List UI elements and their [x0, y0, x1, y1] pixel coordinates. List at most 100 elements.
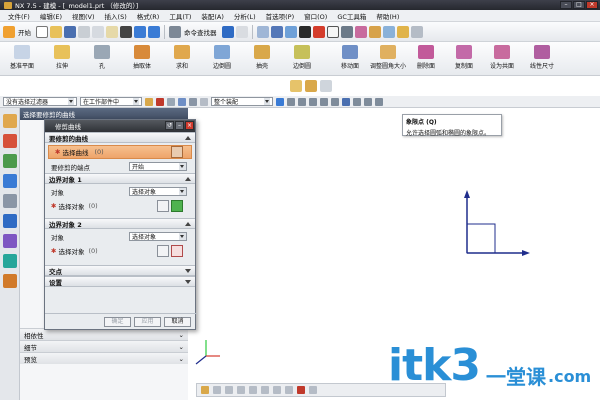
menu-preferences[interactable]: 首选项(P): [261, 11, 300, 21]
menu-help[interactable]: 帮助(H): [371, 11, 404, 21]
curve-rule-icon[interactable]: [178, 97, 186, 106]
section-settings[interactable]: 设置: [45, 276, 195, 287]
menu-file[interactable]: 文件(F): [3, 11, 35, 21]
menu-view[interactable]: 视图(V): [67, 11, 100, 21]
zoom-icon[interactable]: [284, 25, 297, 38]
datum-plane-button[interactable]: 基准平面: [2, 45, 42, 70]
start-button[interactable]: 开始: [18, 27, 31, 37]
maximize-icon[interactable]: □: [573, 1, 585, 9]
pattern-icon[interactable]: [305, 80, 317, 92]
boundary2-object-dropdown[interactable]: 选择对象: [129, 232, 187, 241]
scope-dropdown[interactable]: 在工作部件中: [80, 97, 142, 106]
filter-icon[interactable]: [145, 97, 153, 106]
boundary1-object-dropdown[interactable]: 选择对象: [129, 187, 187, 196]
close-icon[interactable]: ×: [185, 121, 194, 130]
select-curve-icon[interactable]: [171, 146, 183, 158]
assembly-navigator-icon[interactable]: [2, 114, 17, 128]
boundary2-select-row[interactable]: ✱ 选择对象 (0): [45, 243, 195, 259]
layer-icon[interactable]: [354, 25, 367, 38]
spline-icon[interactable]: [249, 386, 257, 394]
menu-window[interactable]: 窗口(O): [299, 11, 332, 21]
constraint-navigator-icon[interactable]: [2, 134, 17, 148]
control-point-icon[interactable]: [309, 97, 317, 106]
trim-icon[interactable]: [297, 386, 305, 394]
fillet-icon[interactable]: [261, 386, 269, 394]
delete-icon[interactable]: [120, 25, 132, 38]
arc-icon[interactable]: [225, 386, 233, 394]
existing-point-icon[interactable]: [353, 97, 361, 106]
undo-icon[interactable]: [134, 25, 146, 38]
menu-format[interactable]: 格式(R): [132, 11, 165, 21]
linear-dimension-button[interactable]: 线性尺寸: [522, 45, 562, 70]
web-browser-icon[interactable]: [2, 194, 17, 208]
process-studio-icon[interactable]: [2, 254, 17, 268]
circle-icon[interactable]: [237, 386, 245, 394]
ok-button[interactable]: 确定: [104, 316, 131, 327]
edge-round-button[interactable]: 边倒圆: [282, 45, 322, 70]
roles-icon[interactable]: [2, 274, 17, 288]
settings-icon[interactable]: [410, 25, 423, 38]
cut-icon[interactable]: [78, 25, 90, 38]
quadrant-point-icon[interactable]: [342, 97, 350, 106]
endpoint-icon[interactable]: [287, 97, 295, 106]
endpoint-dropdown[interactable]: 开始: [129, 162, 187, 171]
sketch-icon[interactable]: [235, 25, 248, 38]
menu-gc-toolkit[interactable]: GC工具箱: [332, 11, 371, 21]
minimize-icon[interactable]: –: [560, 1, 572, 9]
extract-body-button[interactable]: 抽取体: [122, 45, 162, 70]
copy-icon[interactable]: [92, 25, 104, 38]
thread-icon[interactable]: [320, 80, 332, 92]
menu-analysis[interactable]: 分析(L): [229, 11, 261, 21]
view-icon[interactable]: [256, 25, 269, 38]
move-face-button[interactable]: 移动面: [330, 45, 370, 70]
point-constructor-icon[interactable]: [171, 200, 183, 212]
nav-row-details[interactable]: 细节 ⌄: [20, 340, 188, 352]
fit-icon[interactable]: [270, 25, 283, 38]
make-coplanar-button[interactable]: 设为共面: [482, 45, 522, 70]
point-on-curve-icon[interactable]: [364, 97, 372, 106]
profile-icon[interactable]: [201, 386, 209, 394]
orient-view-icon[interactable]: [340, 25, 353, 38]
point-on-face-icon[interactable]: [375, 97, 383, 106]
new-file-icon[interactable]: [36, 25, 48, 38]
extend-icon[interactable]: [309, 386, 317, 394]
copy-face-button[interactable]: 复制面: [444, 45, 484, 70]
shaded-icon[interactable]: [312, 25, 325, 38]
display-icon[interactable]: [368, 25, 381, 38]
type-filter-dropdown[interactable]: 没有选择过滤器: [3, 97, 77, 106]
select-curve-row[interactable]: ✱ 选择曲线 (0): [48, 145, 192, 159]
select-all-icon[interactable]: [167, 97, 175, 106]
body-rule-icon[interactable]: [200, 97, 208, 106]
assembly-scope-dropdown[interactable]: 整个装配: [211, 97, 273, 106]
section-boundary-1[interactable]: 边界对象 1: [45, 173, 195, 184]
save-icon[interactable]: [64, 25, 76, 38]
line-icon[interactable]: [213, 386, 221, 394]
menu-tools[interactable]: 工具(T): [164, 11, 196, 21]
delete-face-button[interactable]: 删除面: [406, 45, 446, 70]
nav-row-preview[interactable]: 预览 ⌄: [20, 352, 188, 364]
section-boundary-2[interactable]: 边界对象 2: [45, 218, 195, 229]
command-finder-button[interactable]: 命令查找器: [184, 27, 217, 37]
menu-assembly[interactable]: 装配(A): [196, 11, 229, 21]
analysis-icon[interactable]: [382, 25, 395, 38]
cancel-button[interactable]: 取消: [164, 316, 191, 327]
extrude-button[interactable]: 拉伸: [42, 45, 82, 70]
section-curve-to-trim[interactable]: 要修剪的曲线: [45, 132, 195, 143]
part-navigator-icon[interactable]: [2, 154, 17, 168]
resize-blend-button[interactable]: 调整圆角大小: [368, 45, 408, 70]
select-object-icon[interactable]: [157, 200, 169, 212]
rectangle-icon[interactable]: [285, 386, 293, 394]
hole-button[interactable]: 孔: [82, 45, 122, 70]
system-materials-icon[interactable]: [2, 234, 17, 248]
select-object-icon[interactable]: [157, 245, 169, 257]
midpoint-icon[interactable]: [298, 97, 306, 106]
history-icon[interactable]: [2, 214, 17, 228]
point-constructor-icon[interactable]: [171, 245, 183, 257]
shell-button[interactable]: 抽壳: [242, 45, 282, 70]
snap-icon[interactable]: [221, 25, 234, 38]
reset-filter-icon[interactable]: [156, 97, 164, 106]
rotate-icon[interactable]: [298, 25, 311, 38]
chamfer-icon[interactable]: [273, 386, 281, 394]
section-intersection[interactable]: 交点: [45, 265, 195, 276]
reuse-library-icon[interactable]: [2, 174, 17, 188]
